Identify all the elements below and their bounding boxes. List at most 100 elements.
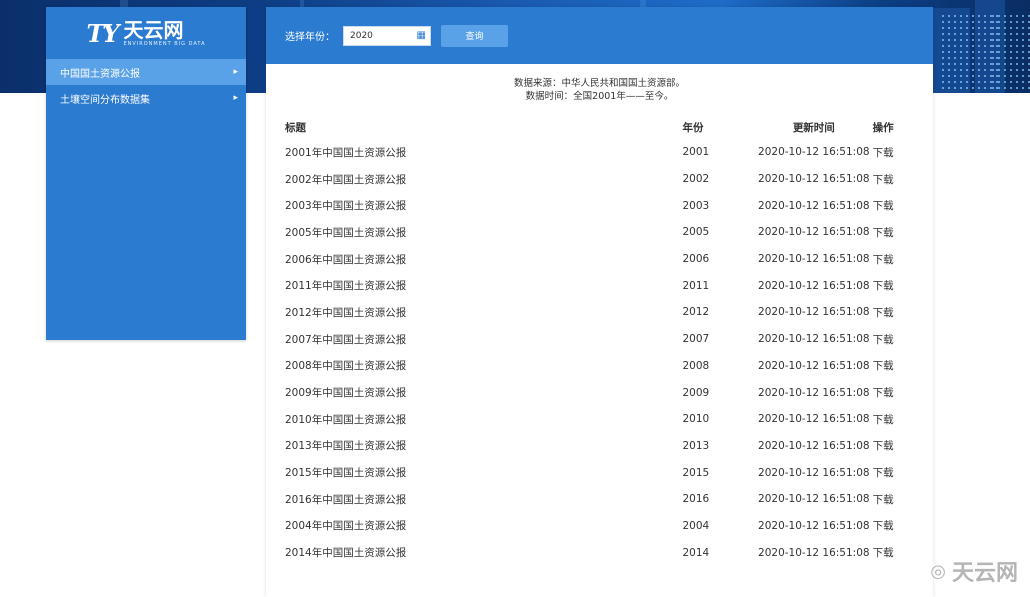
header-updated: 更新时间	[792, 121, 835, 134]
logo[interactable]: TY 天云网 ENVIRONMENT BIG DATA	[46, 7, 246, 59]
row-title: 2013年中国国土资源公报	[285, 440, 407, 453]
row-title: 2010年中国国土资源公报	[285, 413, 407, 426]
row-title: 2012年中国国土资源公报	[285, 306, 407, 319]
table-row: 2012年中国国土资源公报 2012 2020-10-12 16:51:08 下载	[285, 299, 905, 326]
header-year: 年份	[682, 121, 704, 134]
download-link[interactable]: 下载	[873, 414, 894, 426]
row-title: 2014年中国国土资源公报	[285, 547, 407, 560]
download-link[interactable]: 下载	[873, 440, 894, 452]
row-updated: 2020-10-12 16:51:08	[758, 439, 870, 452]
download-link[interactable]: 下载	[873, 547, 894, 559]
logo-name: 天云网	[123, 17, 184, 42]
download-link[interactable]: 下载	[873, 147, 894, 159]
watermark-text: 天云网	[951, 561, 1018, 586]
row-year: 2009	[682, 386, 710, 399]
chevron-right-icon: ▸	[233, 93, 238, 103]
download-link[interactable]: 下载	[873, 520, 894, 532]
year-picker[interactable]: 2020 ▦	[343, 25, 431, 46]
table-row: 2015年中国国土资源公报 2015 2020-10-12 16:51:08 下载	[285, 459, 905, 486]
row-title: 2001年中国国土资源公报	[285, 146, 407, 159]
calendar-icon[interactable]: ▦	[417, 30, 426, 41]
row-year: 2012	[682, 306, 710, 319]
weibo-icon: ◎	[930, 560, 946, 582]
row-title: 2009年中国国土资源公报	[285, 387, 407, 400]
row-updated: 2020-10-12 16:51:08	[758, 146, 870, 159]
table-row: 2006年中国国土资源公报 2006 2020-10-12 16:51:08 下载	[285, 246, 905, 273]
table-row: 2014年中国国土资源公报 2014 2020-10-12 16:51:08 下载	[285, 539, 905, 566]
data-info: 数据来源：中华人民共和国国土资源部。 数据时间：全国2001年——至今。	[266, 77, 933, 103]
table-header-row: 标题 年份 更新时间 操作	[285, 115, 905, 139]
bulletin-table: 标题 年份 更新时间 操作 2001年中国国土资源公报 2001 2020-10-1…	[285, 115, 905, 566]
row-year: 2010	[682, 413, 710, 426]
download-link[interactable]: 下载	[873, 200, 894, 212]
row-updated: 2020-10-12 16:51:08	[758, 413, 870, 426]
row-year: 2008	[682, 359, 710, 372]
row-updated: 2020-10-12 16:51:08	[758, 173, 870, 186]
sidebar-item-label: 土壤空间分布数据集	[60, 94, 150, 106]
row-title: 2006年中国国土资源公报	[285, 253, 407, 266]
row-year: 2015	[682, 466, 710, 479]
table-row: 2008年中国国土资源公报 2008 2020-10-12 16:51:08 下载	[285, 353, 905, 380]
table-row: 2016年中国国土资源公报 2016 2020-10-12 16:51:08 下载	[285, 486, 905, 513]
sidebar-item-label: 中国国土资源公报	[60, 68, 140, 80]
download-link[interactable]: 下载	[873, 307, 894, 319]
row-title: 2007年中国国土资源公报	[285, 333, 407, 346]
row-year: 2016	[682, 493, 710, 506]
download-link[interactable]: 下载	[873, 280, 894, 292]
sidebar: TY 天云网 ENVIRONMENT BIG DATA 中国国土资源公报 ▸ 土…	[46, 7, 246, 340]
download-link[interactable]: 下载	[873, 467, 894, 479]
table-row: 2002年中国国土资源公报 2002 2020-10-12 16:51:08 下载	[285, 166, 905, 193]
row-updated: 2020-10-12 16:51:08	[758, 253, 870, 266]
row-updated: 2020-10-12 16:51:08	[758, 279, 870, 292]
row-year: 2013	[682, 439, 710, 452]
table-row: 2005年中国国土资源公报 2005 2020-10-12 16:51:08 下载	[285, 219, 905, 246]
row-year: 2005	[682, 226, 710, 239]
chevron-right-icon: ▸	[233, 67, 238, 77]
table-row: 2010年中国国土资源公报 2010 2020-10-12 16:51:08 下载	[285, 406, 905, 433]
row-year: 2001	[682, 146, 710, 159]
row-title: 2015年中国国土资源公报	[285, 467, 407, 480]
row-title: 2005年中国国土资源公报	[285, 226, 407, 239]
row-title: 2011年中国国土资源公报	[285, 280, 407, 293]
row-updated: 2020-10-12 16:51:08	[758, 546, 870, 559]
row-year: 2014	[682, 546, 710, 559]
row-title: 2004年中国国土资源公报	[285, 520, 407, 533]
header-title: 标题	[285, 121, 306, 134]
row-title: 2002年中国国土资源公报	[285, 173, 407, 186]
row-year: 2007	[682, 333, 710, 346]
data-time-text: 数据时间：全国2001年——至今。	[525, 91, 674, 102]
download-link[interactable]: 下载	[873, 254, 894, 266]
logo-tagline: ENVIRONMENT BIG DATA	[123, 40, 206, 47]
row-title: 2003年中国国土资源公报	[285, 200, 407, 213]
logo-mark: TY	[86, 18, 119, 48]
download-link[interactable]: 下载	[873, 494, 894, 506]
sidebar-item-soil-dataset[interactable]: 土壤空间分布数据集 ▸	[46, 85, 246, 111]
row-updated: 2020-10-12 16:51:08	[758, 386, 870, 399]
row-year: 2004	[682, 519, 710, 532]
row-year: 2003	[682, 199, 710, 212]
sidebar-item-land-resources-bulletin[interactable]: 中国国土资源公报 ▸	[46, 59, 246, 85]
download-link[interactable]: 下载	[873, 174, 894, 186]
table-row: 2011年中国国土资源公报 2011 2020-10-12 16:51:08 下载	[285, 272, 905, 299]
year-value: 2020	[350, 30, 373, 41]
download-link[interactable]: 下载	[873, 227, 894, 239]
row-title: 2016年中国国土资源公报	[285, 493, 407, 506]
query-button[interactable]: 查询	[441, 24, 508, 47]
main-panel: 选择年份： 2020 ▦ 查询 数据来源：中华人民共和国国土资源部。 数据时间：…	[266, 7, 933, 597]
download-link[interactable]: 下载	[873, 334, 894, 346]
table-row: 2009年中国国土资源公报 2009 2020-10-12 16:51:08 下载	[285, 379, 905, 406]
download-link[interactable]: 下载	[873, 360, 894, 372]
row-title: 2008年中国国土资源公报	[285, 360, 407, 373]
row-updated: 2020-10-12 16:51:08	[758, 226, 870, 239]
header-action: 操作	[872, 121, 894, 134]
row-updated: 2020-10-12 16:51:08	[758, 519, 870, 532]
row-updated: 2020-10-12 16:51:08	[758, 333, 870, 346]
row-year: 2002	[682, 173, 710, 186]
row-updated: 2020-10-12 16:51:08	[758, 359, 870, 372]
row-year: 2011	[682, 279, 710, 292]
table-row: 2001年中国国土资源公报 2001 2020-10-12 16:51:08 下载	[285, 139, 905, 166]
table-row: 2007年中国国土资源公报 2007 2020-10-12 16:51:08 下载	[285, 326, 905, 353]
row-updated: 2020-10-12 16:51:08	[758, 199, 870, 212]
download-link[interactable]: 下载	[873, 387, 894, 399]
row-updated: 2020-10-12 16:51:08	[758, 466, 870, 479]
